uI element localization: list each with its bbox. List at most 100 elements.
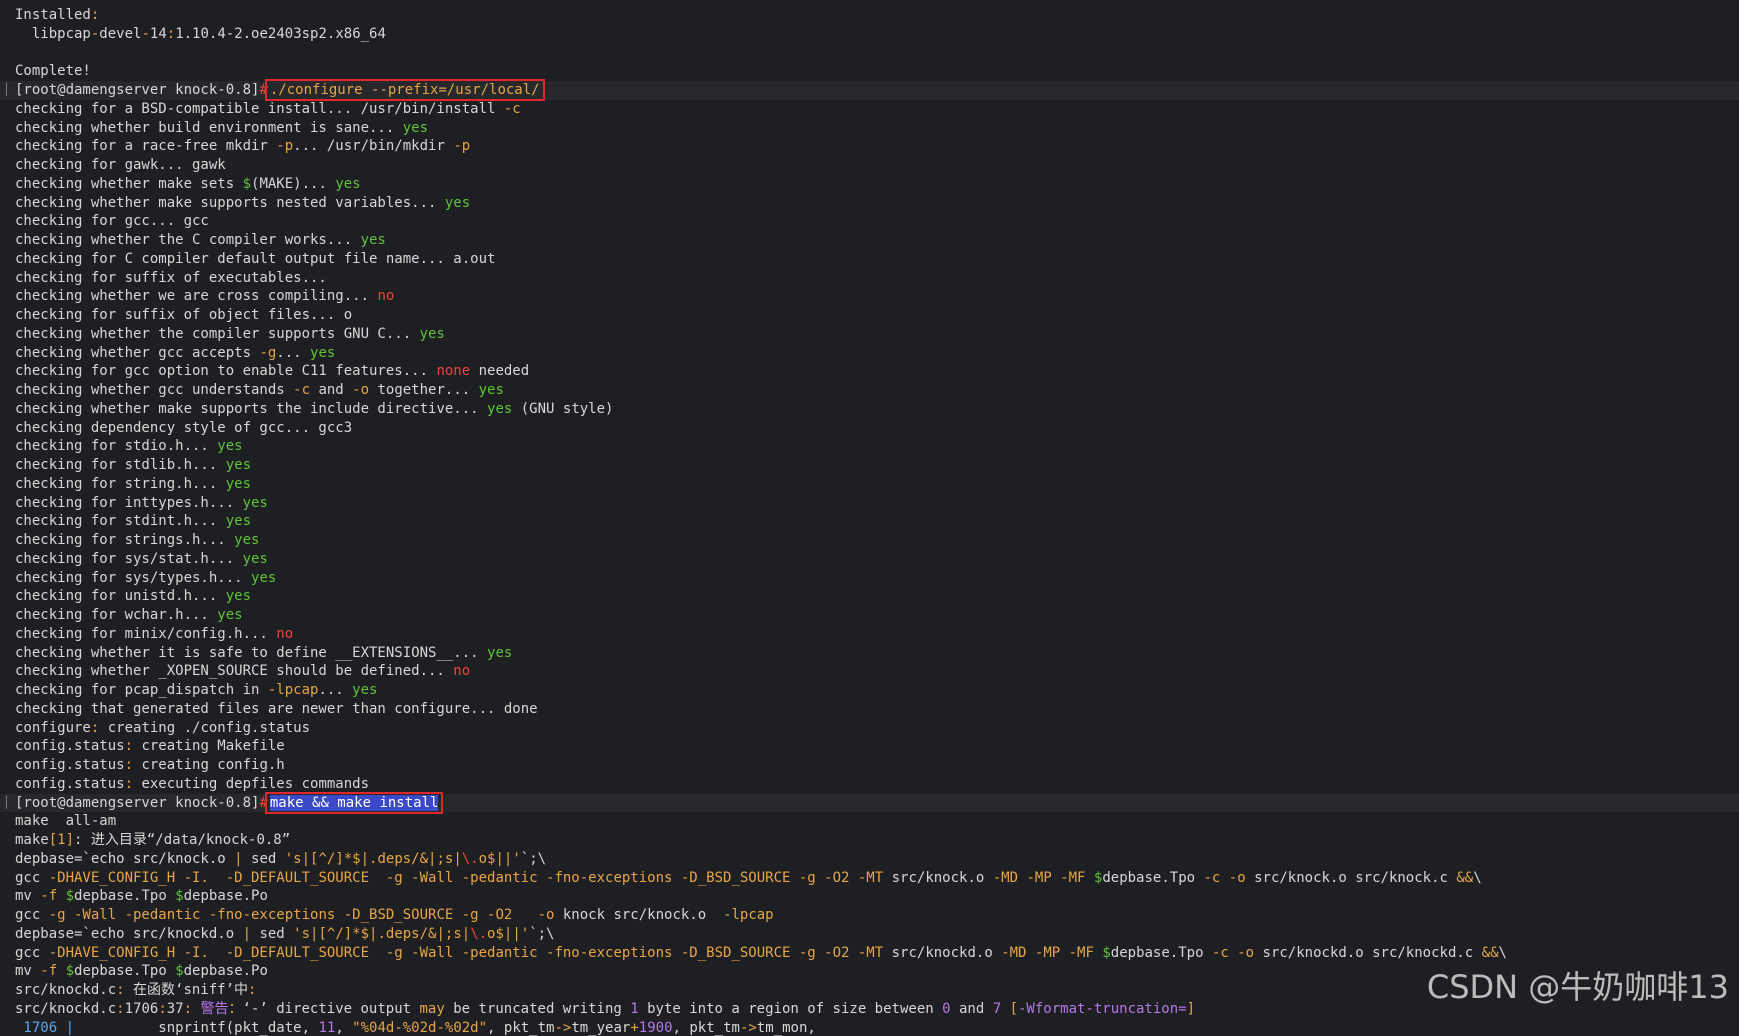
output-segment: depbase.Tpo <box>74 963 176 980</box>
output-segment: \. <box>470 925 488 942</box>
output-segment: ... <box>276 344 311 361</box>
output-segment: o$||' <box>478 850 521 867</box>
output-line: checking whether the C compiler works...… <box>0 231 1739 250</box>
output-segment: checking for wchar.h... <box>15 607 218 623</box>
output-segment: yes <box>360 232 386 248</box>
output-segment: : <box>166 25 176 42</box>
output-segment: $ <box>175 888 184 905</box>
command-gutter-marker: ▕ <box>0 795 7 809</box>
output-line: checking for sys/types.h... yes <box>0 569 1739 588</box>
output-segment: checking for sys/types.h... <box>15 569 252 586</box>
output-segment: 在函数‘sniff’中 <box>124 982 249 998</box>
output-line: checking for stdint.h... yes <box>0 512 1739 531</box>
output-segment: mv <box>15 963 41 980</box>
output-segment: 11 <box>318 1019 336 1036</box>
output-segment: checking whether build environment is sa… <box>15 119 403 136</box>
output-segment: byte into a region of size between <box>638 1000 943 1017</box>
output-segment: o$||' <box>487 925 530 942</box>
output-segment: 1 <box>630 1000 639 1017</box>
output-segment: -DHAVE_CONFIG_H -I. -D_DEFAULT_SOURCE -g… <box>48 869 884 886</box>
output-segment: : <box>248 982 257 998</box>
output-line: checking for a BSD-compatible install...… <box>0 100 1739 119</box>
shell-prompt: [root@damengserver knock-0.8] <box>15 794 260 811</box>
output-segment: \ <box>1498 944 1507 961</box>
output-line: checking for suffix of object files... o <box>0 306 1739 325</box>
output-segment: tm_mon, <box>756 1019 816 1036</box>
output-segment: src/knockd.o <box>883 944 1002 961</box>
output-segment: needed <box>470 363 530 380</box>
output-segment: executing depfiles commands <box>133 775 370 792</box>
output-segment: : <box>124 738 134 755</box>
output-line: checking whether make supports nested va… <box>0 194 1739 213</box>
output-segment: : <box>124 757 134 773</box>
output-segment: no <box>453 663 471 680</box>
output-line: config.status: creating Makefile <box>0 737 1739 756</box>
output-segment: checking for sys/stat.h... <box>15 550 243 567</box>
output-segment: depbase=`echo src/knock.o <box>15 850 235 867</box>
output-line: checking for pcap_dispatch in -lpcap... … <box>0 681 1739 700</box>
output-segment: "%04d-%02d-%02d" <box>352 1019 488 1036</box>
output-line: checking whether make sets $(MAKE)... ye… <box>0 175 1739 194</box>
output-line: checking for a race-free mkdir -p... /us… <box>0 137 1739 156</box>
output-segment: -f <box>40 888 58 905</box>
output-line: config.status: executing depfiles comman… <box>0 775 1739 794</box>
output-segment: config.status <box>15 757 125 773</box>
output-segment: -p <box>276 138 294 155</box>
output-segment: | <box>65 1019 75 1036</box>
terminal-output: Installed: libpcap-devel-14:1.10.4-2.oe2… <box>0 6 1739 1036</box>
shell-command[interactable]: make && make install <box>264 791 444 814</box>
output-line: checking whether build environment is sa… <box>0 119 1739 138</box>
output-segment: (GNU style) <box>512 400 614 417</box>
output-line: checking for gawk... gawk <box>0 156 1739 175</box>
output-segment: checking whether _XOPEN_SOURCE should be… <box>15 663 454 680</box>
output-segment: checking for stdlib.h... <box>15 457 226 473</box>
output-segment: yes <box>487 644 513 661</box>
output-segment: yes <box>217 438 243 455</box>
output-line: gcc -g -Wall -pedantic -fno-exceptions -… <box>0 906 1739 925</box>
output-segment: [ <box>1001 1000 1018 1017</box>
output-line: 1706 | snprintf(pkt_date, 11, "%04d-%02d… <box>0 1019 1739 1036</box>
output-line: config.status: creating config.h <box>0 756 1739 775</box>
output-segment: : <box>90 7 100 23</box>
output-segment: , pkt_tm <box>487 1019 555 1036</box>
output-line: checking for inttypes.h... yes <box>0 494 1739 513</box>
output-segment: checking for minix/config.h... <box>15 625 277 642</box>
output-segment: yes <box>217 607 243 623</box>
output-segment: $ <box>65 888 75 905</box>
output-segment: 1900 <box>638 1019 673 1036</box>
shell-command[interactable]: ./configure --prefix=/usr/local/ <box>264 79 545 101</box>
output-segment: ‘-’ directive output <box>242 1000 420 1017</box>
output-segment: 's|[^/]*$|.deps/&|;s| <box>293 925 471 942</box>
output-segment: $ <box>175 963 184 980</box>
output-segment: sed <box>251 925 294 942</box>
terminal-window[interactable]: Installed: libpcap-devel-14:1.10.4-2.oe2… <box>0 0 1739 1036</box>
output-segment: devel <box>99 25 142 42</box>
output-segment: yes <box>242 494 268 511</box>
output-segment: checking for gawk... gawk <box>15 157 226 173</box>
output-segment: checking for suffix of executables... <box>15 269 327 286</box>
output-segment: checking whether gcc understands <box>15 382 294 398</box>
output-segment: depbase.Tpo <box>1110 944 1212 961</box>
output-segment: depbase.Po <box>183 888 268 905</box>
output-segment: config.status <box>15 738 125 755</box>
output-segment: checking for suffix of object files... o <box>15 307 353 323</box>
output-segment: checking for gcc... gcc <box>15 213 209 230</box>
output-segment: `;\ <box>529 925 555 942</box>
output-segment: yes <box>225 513 252 530</box>
output-segment: depbase=`echo src/knockd.o <box>15 925 243 942</box>
output-segment: | <box>234 850 243 867</box>
output-segment: -lpcap <box>267 682 319 698</box>
output-segment: depbase.Tpo <box>1102 869 1204 886</box>
output-line: checking for suffix of executables... <box>0 269 1739 288</box>
output-segment: checking whether make supports nested va… <box>15 194 445 211</box>
output-segment: creating ./config.status <box>99 719 311 736</box>
csdn-watermark: CSDN @牛奶咖啡13 <box>1426 968 1729 1006</box>
selected-command-text: make && make install <box>269 794 439 811</box>
output-segment: src/knockd.o src/knockd.c <box>1254 944 1482 961</box>
output-segment: : <box>158 1000 167 1017</box>
output-segment: yes <box>487 400 513 417</box>
output-segment: -MD -MP -MF <box>1001 944 1094 961</box>
output-segment: yes <box>310 344 336 361</box>
output-segment: : <box>116 1000 125 1017</box>
output-segment: -DHAVE_CONFIG_H -I. -D_DEFAULT_SOURCE -g… <box>48 944 884 961</box>
